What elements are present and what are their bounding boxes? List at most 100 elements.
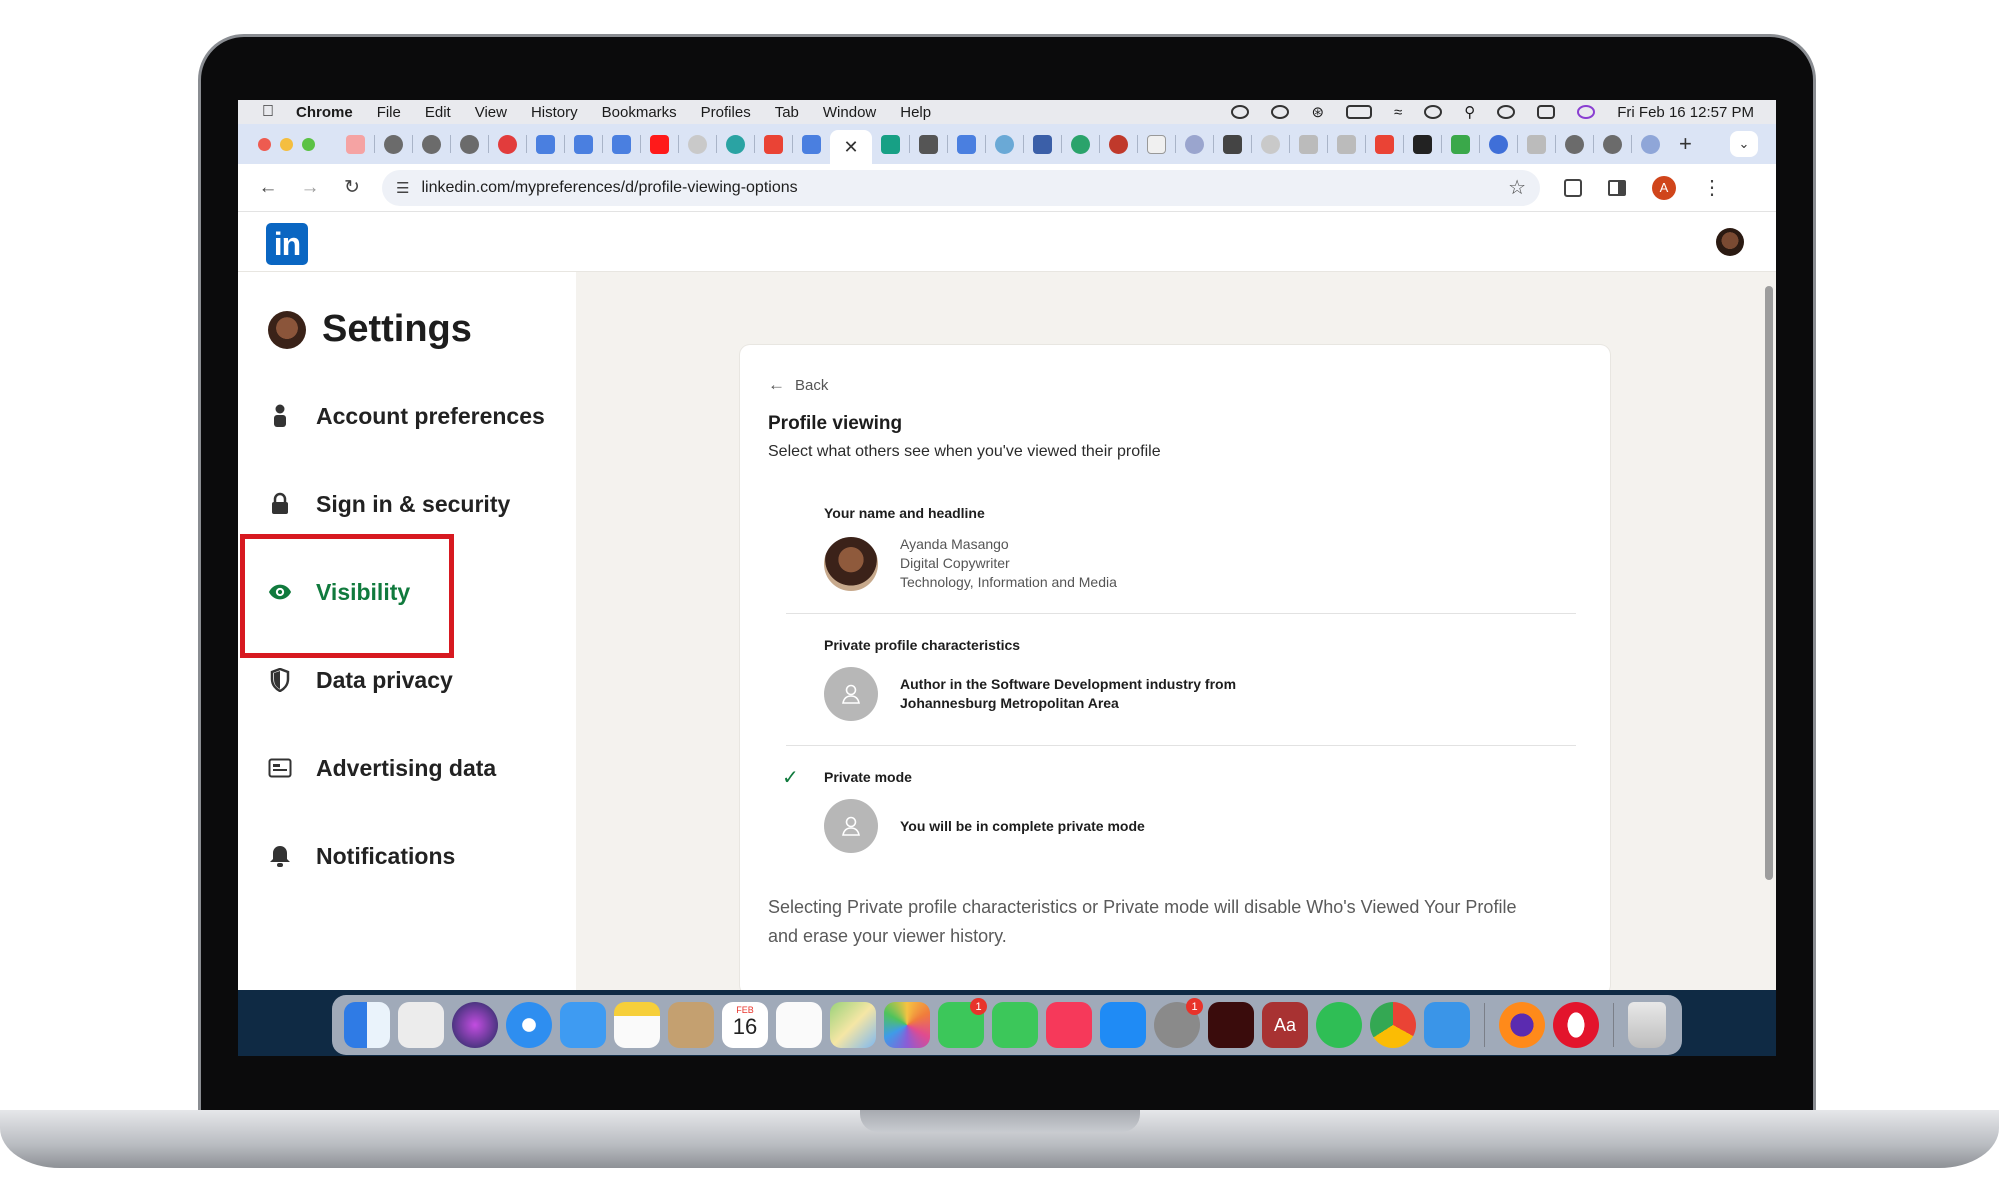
tab-favicon[interactable] (422, 134, 441, 154)
zoom-window-button[interactable] (302, 137, 315, 151)
tab-favicon[interactable] (1451, 134, 1470, 154)
system-settings-icon[interactable]: 1 (1154, 998, 1203, 1048)
bookmark-star-icon[interactable]: ☆ (1508, 175, 1526, 200)
whatsapp-icon[interactable] (1316, 1002, 1362, 1048)
sidebar-item-notifications[interactable]: Notifications (268, 836, 455, 876)
apple-menu-icon[interactable]:  (262, 103, 274, 121)
menu-window[interactable]: Window (823, 104, 876, 121)
option-private-mode[interactable]: Private mode You will be in complete pri… (824, 769, 1584, 853)
forward-arrow-icon[interactable]: → (298, 177, 322, 199)
reload-icon[interactable]: ↻ (340, 176, 364, 199)
header-avatar[interactable] (1716, 228, 1744, 256)
linkedin-logo[interactable]: in (266, 223, 308, 265)
option-name-and-headline[interactable]: Your name and headline Ayanda Masango Di… (824, 505, 1584, 592)
menubar-clock[interactable]: Fri Feb 16 12:57 PM (1617, 104, 1754, 121)
option-private-characteristics[interactable]: Private profile characteristics Author i… (824, 637, 1584, 721)
sidebar-item-account-preferences[interactable]: Account preferences (268, 396, 545, 436)
tab-favicon[interactable] (1033, 134, 1052, 154)
tab-favicon[interactable] (1527, 134, 1546, 154)
contacts-icon[interactable] (668, 1002, 714, 1048)
tab-favicon[interactable] (1223, 134, 1242, 154)
tab-favicon[interactable] (726, 134, 745, 154)
control-center-icon[interactable] (1537, 105, 1556, 119)
tab-favicon[interactable] (688, 134, 707, 154)
spotlight-search-icon[interactable]: ⚲ (1464, 103, 1475, 121)
chrome-menu-icon[interactable]: ⋮ (1702, 175, 1722, 200)
tab-favicon[interactable] (957, 134, 976, 154)
sidebar-item-sign-in-security[interactable]: Sign in & security (268, 484, 510, 524)
extensions-puzzle-icon[interactable] (1564, 178, 1582, 197)
battery-icon[interactable] (1346, 105, 1373, 119)
tab-favicon[interactable] (1261, 134, 1280, 154)
tab-favicon[interactable] (346, 134, 365, 154)
tab-favicon[interactable] (460, 134, 479, 154)
calendar-icon[interactable]: FEB 16 (722, 1002, 768, 1048)
page-scrollbar[interactable] (1765, 286, 1773, 880)
tab-favicon[interactable] (536, 134, 555, 154)
creative-cloud-icon[interactable] (1271, 105, 1290, 119)
tab-favicon[interactable] (1413, 134, 1432, 154)
address-bar[interactable]: ☰ linkedin.com/mypreferences/d/profile-v… (382, 169, 1540, 206)
mail-icon[interactable] (560, 1002, 606, 1048)
menu-edit[interactable]: Edit (425, 104, 451, 121)
tab-favicon[interactable] (574, 134, 593, 154)
launchpad-icon[interactable] (398, 1002, 444, 1048)
tab-favicon[interactable] (881, 134, 900, 154)
menu-tab[interactable]: Tab (775, 104, 799, 121)
trash-icon[interactable] (1628, 1002, 1666, 1048)
maps-icon[interactable] (830, 1002, 876, 1048)
back-button[interactable]: ← Back (768, 375, 828, 395)
mk-app-icon[interactable] (1424, 1002, 1470, 1048)
active-tab-close-button[interactable]: ✕ (830, 130, 872, 164)
menu-app-name[interactable]: Chrome (296, 104, 353, 121)
side-panel-icon[interactable] (1608, 179, 1626, 196)
reminders-icon[interactable] (776, 1002, 822, 1048)
safari-icon[interactable] (506, 1002, 552, 1048)
wifi-icon[interactable]: ≈ (1394, 104, 1402, 121)
tab-favicon[interactable] (1185, 134, 1204, 154)
chrome-profile-avatar[interactable]: A (1652, 175, 1676, 200)
tab-favicon[interactable] (612, 134, 631, 154)
messages-icon[interactable] (992, 1002, 1038, 1048)
bluetooth-icon[interactable]: ⊛ (1311, 103, 1324, 121)
opera-icon[interactable] (1553, 1002, 1599, 1048)
photos-icon[interactable] (884, 1002, 930, 1048)
facetime-icon[interactable]: 1 (938, 998, 987, 1048)
flash-icon[interactable] (1208, 1002, 1254, 1048)
tab-favicon[interactable] (1109, 134, 1128, 154)
tab-favicon[interactable] (384, 134, 403, 154)
menu-file[interactable]: File (377, 104, 401, 121)
tab-favicon[interactable] (1489, 134, 1508, 154)
chrome-icon[interactable] (1370, 1002, 1416, 1048)
siri-icon[interactable] (452, 1002, 498, 1048)
tab-favicon[interactable] (498, 134, 517, 154)
tab-favicon[interactable] (1565, 134, 1584, 154)
menu-profiles[interactable]: Profiles (701, 104, 751, 121)
gmail-favicon[interactable] (764, 134, 783, 154)
status-app-icon[interactable] (1231, 105, 1250, 119)
tab-favicon[interactable] (1147, 134, 1166, 154)
url-text[interactable]: linkedin.com/mypreferences/d/profile-vie… (421, 179, 1508, 197)
tab-favicon[interactable] (1071, 134, 1090, 154)
dictionary-icon[interactable]: Aa (1262, 1002, 1308, 1048)
tab-search-chevron-icon[interactable]: ⌄ (1730, 131, 1758, 157)
notes-icon[interactable] (614, 1002, 660, 1048)
youtube-favicon[interactable] (650, 134, 669, 154)
new-tab-button[interactable]: + (1679, 131, 1692, 157)
music-icon[interactable] (1046, 1002, 1092, 1048)
tab-favicon[interactable] (995, 134, 1014, 154)
tab-favicon[interactable] (1641, 134, 1660, 154)
tab-favicon[interactable] (919, 134, 938, 154)
tab-favicon[interactable] (1337, 134, 1356, 154)
tab-favicon[interactable] (802, 134, 821, 154)
finder-icon[interactable] (344, 1002, 390, 1048)
close-window-button[interactable] (258, 137, 271, 151)
firefox-icon[interactable] (1499, 1002, 1545, 1048)
menu-bookmarks[interactable]: Bookmarks (602, 104, 677, 121)
app-store-icon[interactable] (1100, 1002, 1146, 1048)
site-info-icon[interactable]: ☰ (396, 179, 409, 197)
tab-favicon[interactable] (1299, 134, 1318, 154)
menu-view[interactable]: View (475, 104, 507, 121)
gmail-favicon[interactable] (1375, 134, 1394, 154)
minimize-window-button[interactable] (280, 137, 293, 151)
